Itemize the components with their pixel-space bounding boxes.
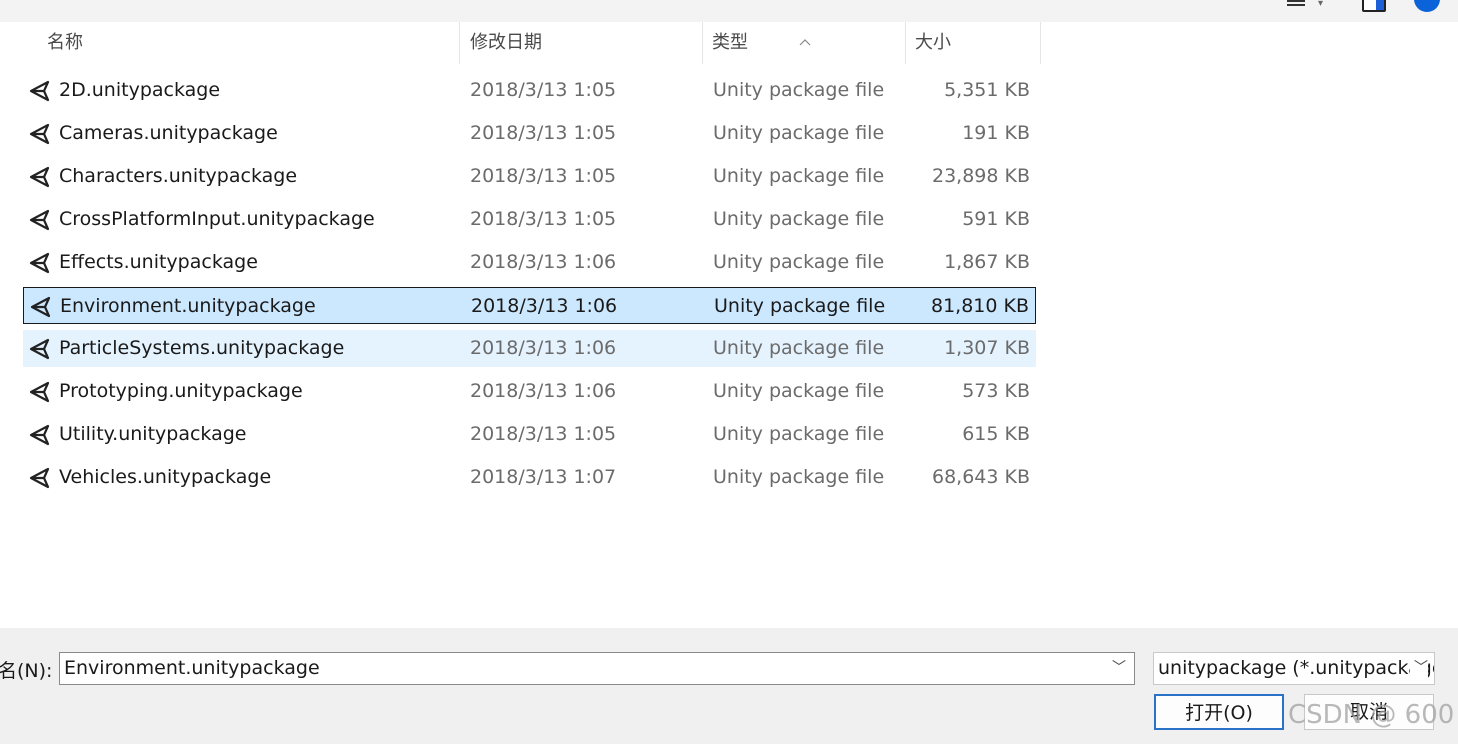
filename-label: 名(N): (0, 660, 53, 682)
file-type: Unity package file (713, 165, 885, 187)
file-size: 191 KB (962, 122, 1030, 144)
column-header-size[interactable]: 大小 (907, 22, 1041, 64)
sort-ascending-icon (799, 39, 811, 46)
file-row[interactable]: CrossPlatformInput.unitypackage 2018/3/1… (23, 201, 1036, 238)
file-name: Cameras.unitypackage (59, 122, 278, 144)
chevron-down-icon[interactable]: ﹀ (1112, 653, 1126, 684)
file-date: 2018/3/13 1:06 (470, 251, 617, 273)
unity-icon (29, 381, 50, 403)
file-name: Prototyping.unitypackage (59, 380, 303, 402)
preview-pane-icon[interactable] (1362, 0, 1386, 12)
dialog-footer: 名(N): Environment.unitypackage ﹀ unitypa… (0, 628, 1458, 744)
unity-icon (29, 80, 50, 102)
unity-icon (29, 209, 50, 231)
file-date: 2018/3/13 1:05 (470, 122, 617, 144)
filename-combobox[interactable]: Environment.unitypackage ﹀ (59, 652, 1135, 685)
file-type: Unity package file (714, 295, 886, 317)
unity-icon (29, 467, 50, 489)
filename-input[interactable]: Environment.unitypackage (64, 653, 320, 684)
file-date: 2018/3/13 1:05 (470, 79, 617, 101)
file-row-hover[interactable]: ParticleSystems.unitypackage 2018/3/13 1… (23, 330, 1036, 367)
file-size: 573 KB (962, 380, 1030, 402)
file-name: Environment.unitypackage (60, 295, 316, 317)
file-name: ParticleSystems.unitypackage (59, 337, 345, 359)
file-row[interactable]: Effects.unitypackage 2018/3/13 1:06 Unit… (23, 244, 1036, 281)
unity-icon (30, 296, 51, 318)
file-date: 2018/3/13 1:06 (470, 337, 617, 359)
column-header-name[interactable]: 名称 (0, 22, 460, 64)
column-header-date[interactable]: 修改日期 (461, 22, 703, 64)
unity-icon (29, 252, 50, 274)
file-type: Unity package file (713, 79, 885, 101)
file-size: 1,307 KB (944, 337, 1030, 359)
file-date: 2018/3/13 1:06 (470, 380, 617, 402)
file-row[interactable]: Characters.unitypackage 2018/3/13 1:05 U… (23, 158, 1036, 195)
file-date: 2018/3/13 1:05 (470, 423, 617, 445)
file-type: Unity package file (713, 337, 885, 359)
file-date: 2018/3/13 1:05 (470, 208, 617, 230)
file-size: 5,351 KB (944, 79, 1030, 101)
cancel-button[interactable]: 取消 (1304, 694, 1434, 730)
file-row[interactable]: Vehicles.unitypackage 2018/3/13 1:07 Uni… (23, 459, 1036, 496)
view-options-icon[interactable] (1287, 0, 1305, 8)
file-date: 2018/3/13 1:06 (471, 295, 618, 317)
file-row-selected[interactable]: Environment.unitypackage 2018/3/13 1:06 … (23, 287, 1036, 324)
file-size: 68,643 KB (931, 466, 1030, 488)
file-type-filter-value: unitypackage (*.unitypackage) (1158, 657, 1435, 679)
file-type-filter[interactable]: unitypackage (*.unitypackage) ﹀ (1153, 652, 1435, 685)
file-date: 2018/3/13 1:07 (470, 466, 617, 488)
file-type: Unity package file (713, 380, 885, 402)
file-name: Utility.unitypackage (59, 423, 247, 445)
file-name: Effects.unitypackage (59, 251, 258, 273)
file-type: Unity package file (713, 251, 885, 273)
chevron-down-icon[interactable]: ▾ (1318, 0, 1323, 9)
file-name: Vehicles.unitypackage (59, 466, 272, 488)
file-size: 615 KB (962, 423, 1030, 445)
file-size: 591 KB (962, 208, 1030, 230)
open-button[interactable]: 打开(O) (1154, 694, 1284, 730)
file-row[interactable]: 2D.unitypackage 2018/3/13 1:05 Unity pac… (23, 72, 1036, 109)
help-icon[interactable] (1414, 0, 1440, 12)
file-type: Unity package file (713, 122, 885, 144)
file-name: CrossPlatformInput.unitypackage (59, 208, 375, 230)
column-header-row: 名称 修改日期 类型 大小 (0, 22, 1042, 64)
unity-icon (29, 123, 50, 145)
file-size: 81,810 KB (930, 295, 1029, 317)
chevron-down-icon[interactable]: ﹀ (1410, 653, 1428, 684)
unity-icon (29, 338, 50, 360)
unity-icon (29, 166, 50, 188)
toolbar: ▾ (0, 0, 1458, 22)
file-size: 1,867 KB (944, 251, 1030, 273)
file-name: 2D.unitypackage (59, 79, 221, 101)
file-type: Unity package file (713, 466, 885, 488)
file-date: 2018/3/13 1:05 (470, 165, 617, 187)
file-row[interactable]: Cameras.unitypackage 2018/3/13 1:05 Unit… (23, 115, 1036, 152)
unity-icon (29, 424, 50, 446)
file-name: Characters.unitypackage (59, 165, 298, 187)
file-type: Unity package file (713, 208, 885, 230)
file-size: 23,898 KB (931, 165, 1030, 187)
file-type: Unity package file (713, 423, 885, 445)
file-row[interactable]: Utility.unitypackage 2018/3/13 1:05 Unit… (23, 416, 1036, 453)
file-row[interactable]: Prototyping.unitypackage 2018/3/13 1:06 … (23, 373, 1036, 410)
